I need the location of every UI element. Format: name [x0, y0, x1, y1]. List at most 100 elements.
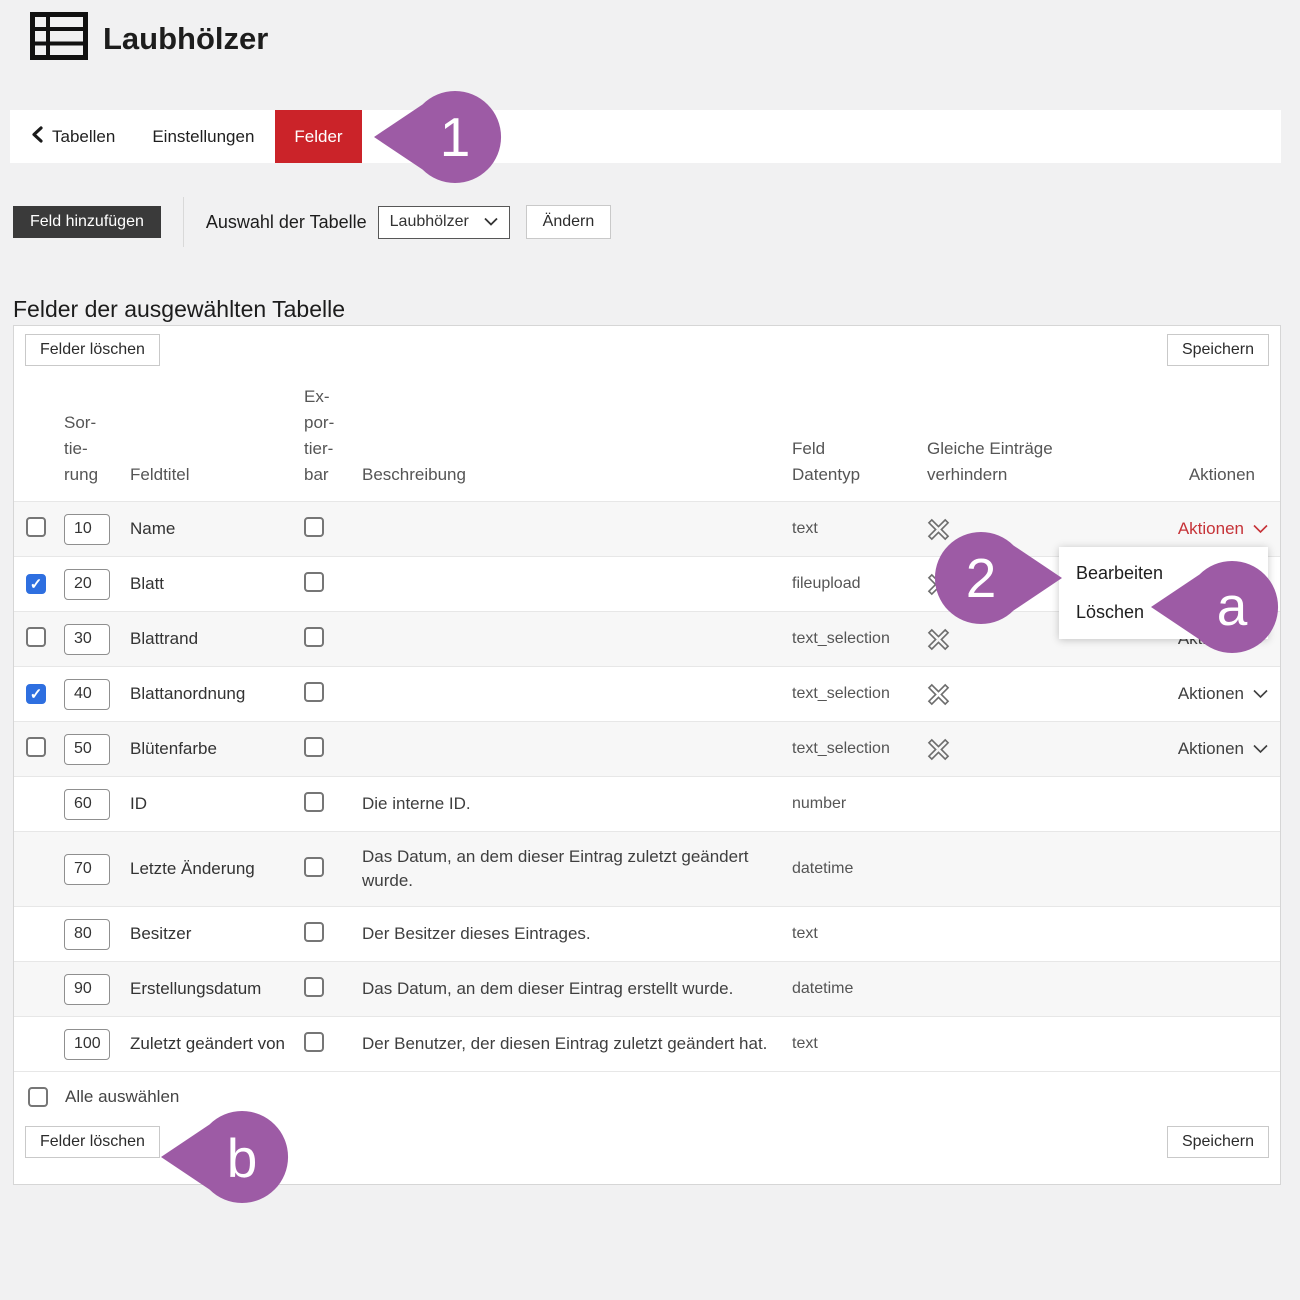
delete-fields-top-button[interactable]: Felder löschen — [25, 334, 160, 366]
field-title: Blattrand — [130, 629, 304, 649]
sort-order-input[interactable] — [64, 734, 110, 765]
table-row: Letzte Änderung Das Datum, an dem dieser… — [14, 831, 1280, 906]
tab-felder[interactable]: Felder — [275, 110, 361, 163]
field-title: Name — [130, 519, 304, 539]
sort-order-input[interactable] — [64, 974, 110, 1005]
select-all-label: Alle auswählen — [65, 1087, 179, 1107]
field-description: Das Datum, an dem dieser Eintrag erstell… — [362, 964, 792, 1014]
sort-order-input[interactable] — [64, 569, 110, 600]
table-row: ID Die interne ID. number — [14, 776, 1280, 831]
field-title: Erstellungsdatum — [130, 979, 304, 999]
exportable-checkbox[interactable] — [304, 922, 324, 942]
page: Laubhölzer Tabellen Einstellungen Felder… — [0, 0, 1300, 1300]
field-title: Letzte Änderung — [130, 859, 304, 879]
field-title: Blütenfarbe — [130, 739, 304, 759]
field-description — [362, 736, 792, 762]
annotation-balloon-b: b — [158, 1109, 290, 1205]
col-header-beschreibung: Beschreibung — [362, 462, 792, 488]
nav-back-tabellen[interactable]: Tabellen — [32, 126, 115, 148]
sort-order-input[interactable] — [64, 854, 110, 885]
exportable-checkbox[interactable] — [304, 792, 324, 812]
change-table-button[interactable]: Ändern — [526, 205, 612, 239]
field-description — [362, 516, 792, 542]
sort-order-input[interactable] — [64, 1029, 110, 1060]
table-row: Besitzer Der Besitzer dieses Eintrages. … — [14, 906, 1280, 961]
field-description: Das Datum, an dem dieser Eintrag zuletzt… — [362, 832, 792, 906]
fields-panel: Felder löschen Speichern Sor- tie- rung … — [13, 325, 1281, 1185]
table-select-value: Laubhölzer — [390, 213, 469, 231]
row-select-checkbox[interactable] — [26, 574, 46, 594]
prevent-duplicates-icon — [927, 738, 1142, 761]
table-select-label: Auswahl der Tabelle — [206, 212, 367, 233]
sort-order-input[interactable] — [64, 624, 110, 655]
chevron-down-icon — [484, 213, 498, 231]
chevron-left-icon — [32, 126, 43, 148]
panel-top-bar: Felder löschen Speichern — [14, 326, 1280, 374]
toolbar-divider — [183, 197, 184, 247]
row-actions-link[interactable]: Aktionen — [1178, 739, 1268, 759]
table-icon — [30, 12, 88, 65]
field-datatype: text — [792, 1035, 927, 1053]
row-actions-link[interactable]: Aktionen — [1178, 519, 1268, 539]
nav-item-einstellungen[interactable]: Einstellungen — [152, 127, 254, 147]
prevent-duplicates-icon — [927, 683, 1142, 706]
toolbar: Feld hinzufügen Auswahl der Tabelle Laub… — [13, 205, 611, 239]
annotation-balloon-1: 1 — [371, 89, 503, 185]
sort-order-input[interactable] — [64, 789, 110, 820]
field-description: Der Benutzer, der diesen Eintrag zuletzt… — [362, 1019, 792, 1069]
save-top-button[interactable]: Speichern — [1167, 334, 1269, 366]
navbar: Tabellen Einstellungen Felder — [10, 110, 1281, 163]
annotation-balloon-2: 2 — [933, 530, 1065, 626]
row-select-checkbox[interactable] — [26, 737, 46, 757]
exportable-checkbox[interactable] — [304, 572, 324, 592]
annotation-balloon-a: a — [1148, 559, 1280, 655]
field-datatype: text_selection — [792, 740, 927, 758]
col-header-gleiche-eintraege: Gleiche Einträge verhindern — [927, 436, 1142, 488]
svg-text:a: a — [1217, 575, 1248, 637]
table-row: Erstellungsdatum Das Datum, an dem diese… — [14, 961, 1280, 1016]
delete-fields-bottom-button[interactable]: Felder löschen — [25, 1126, 160, 1158]
exportable-checkbox[interactable] — [304, 1032, 324, 1052]
field-datatype: datetime — [792, 980, 927, 998]
field-datatype: fileupload — [792, 575, 927, 593]
col-header-feldtitel: Feldtitel — [130, 462, 304, 488]
exportable-checkbox[interactable] — [304, 517, 324, 537]
row-select-checkbox[interactable] — [26, 627, 46, 647]
exportable-checkbox[interactable] — [304, 857, 324, 877]
exportable-checkbox[interactable] — [304, 977, 324, 997]
row-actions-link[interactable]: Aktionen — [1178, 684, 1268, 704]
section-heading: Felder der ausgewählten Tabelle — [13, 296, 345, 323]
col-header-exportierbar: Ex- por- tier- bar — [304, 384, 362, 488]
save-bottom-button[interactable]: Speichern — [1167, 1126, 1269, 1158]
table-row: Zuletzt geändert von Der Benutzer, der d… — [14, 1016, 1280, 1071]
row-select-checkbox[interactable] — [26, 517, 46, 537]
exportable-checkbox[interactable] — [304, 627, 324, 647]
field-description: Der Besitzer dieses Eintrages. — [362, 909, 792, 959]
table-header-row: Sor- tie- rung Feldtitel Ex- por- tier- … — [14, 374, 1280, 501]
add-field-button[interactable]: Feld hinzufügen — [13, 206, 161, 238]
field-datatype: text — [792, 925, 927, 943]
table-select-dropdown[interactable]: Laubhölzer — [378, 206, 510, 239]
page-title: Laubhölzer — [103, 21, 268, 57]
field-datatype: text_selection — [792, 630, 927, 648]
field-title: Besitzer — [130, 924, 304, 944]
sort-order-input[interactable] — [64, 514, 110, 545]
field-title: Zuletzt geändert von — [130, 1034, 304, 1054]
field-datatype: text — [792, 520, 927, 538]
field-title: ID — [130, 794, 304, 814]
exportable-checkbox[interactable] — [304, 737, 324, 757]
sort-order-input[interactable] — [64, 679, 110, 710]
sort-order-input[interactable] — [64, 919, 110, 950]
table-row: Blattanordnung text_selection Aktionen — [14, 666, 1280, 721]
field-datatype: text_selection — [792, 685, 927, 703]
field-description — [362, 571, 792, 597]
field-description: Die interne ID. — [362, 779, 792, 829]
svg-text:1: 1 — [440, 106, 471, 168]
nav-back-label: Tabellen — [52, 127, 115, 147]
table-row: Blütenfarbe text_selection Aktionen — [14, 721, 1280, 776]
row-select-checkbox[interactable] — [26, 684, 46, 704]
field-title: Blatt — [130, 574, 304, 594]
exportable-checkbox[interactable] — [304, 682, 324, 702]
field-title: Blattanordnung — [130, 684, 304, 704]
select-all-checkbox[interactable] — [28, 1087, 48, 1107]
